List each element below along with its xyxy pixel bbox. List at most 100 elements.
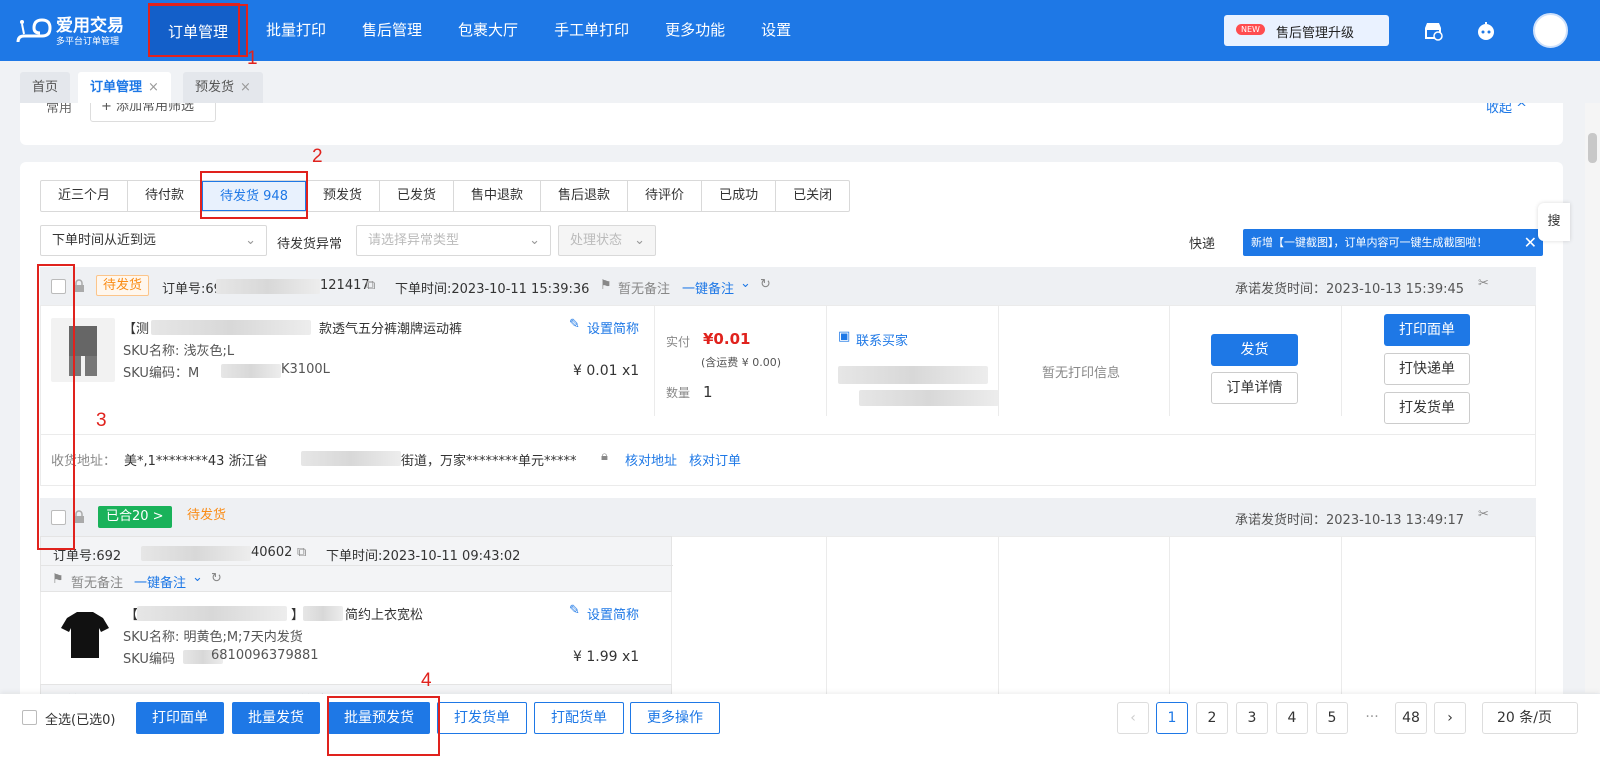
abnormal-type-select[interactable]: 请选择异常类型 ⌄	[356, 225, 551, 256]
divider	[826, 306, 827, 416]
select-all-checkbox[interactable]	[22, 710, 37, 725]
express-filter-label: 快递	[1189, 237, 1216, 252]
select-all-label[interactable]: 全选(已选0)	[45, 709, 115, 728]
shop-icon[interactable]	[1422, 20, 1444, 42]
print-invoice-bulk-button[interactable]: 打发货单	[437, 702, 527, 734]
price-quantity: ¥ 0.01 x1	[573, 363, 640, 379]
order-note: 暂无备注	[618, 282, 671, 297]
print-waybill-button[interactable]: 打印面单	[1384, 314, 1470, 346]
process-status-select[interactable]: 处理状态 ⌄	[558, 225, 656, 256]
set-alias-link[interactable]: 设置简称	[587, 604, 639, 623]
status-tab-pending-review[interactable]: 待评价	[628, 181, 703, 211]
contact-buyer-link[interactable]: 联系买家	[856, 330, 908, 349]
status-badge: 待发货	[96, 275, 150, 296]
user-avatar[interactable]	[1533, 13, 1568, 48]
search-side-tab[interactable]: 搜	[1538, 203, 1570, 241]
print-invoice-button[interactable]: 打发货单	[1384, 392, 1470, 424]
page-1[interactable]: 1	[1156, 702, 1188, 734]
close-icon[interactable]: ✕	[1524, 229, 1537, 256]
add-common-filter-button[interactable]: + 添加常用筛选	[90, 103, 216, 122]
sub-order-item: 【 】 简约上衣宽松 ✎ 设置简称 SKU名称: 明黄色;M;7天内发货 SKU…	[40, 592, 672, 684]
merged-orders-badge[interactable]: 已合20 >	[98, 506, 172, 528]
status-tab-last-3-months[interactable]: 近三个月	[41, 181, 129, 211]
abnormal-filter-label: 待发货异常	[277, 237, 343, 252]
annotation-box-4	[327, 696, 440, 756]
page-size-select[interactable]: 20 条/页	[1482, 702, 1578, 734]
redacted-text	[838, 366, 988, 384]
bulk-action-bar: 全选(已选0) 打印面单 批量发货 批量预发货 打发货单 打配货单 更多操作 ‹…	[0, 694, 1600, 757]
batch-ship-button[interactable]: 批量发货	[232, 702, 320, 734]
collapse-link[interactable]: 收起 ^	[1486, 103, 1527, 116]
price-quantity: ¥ 1.99 x1	[573, 649, 640, 665]
tab-pre-ship[interactable]: 预发货 ×	[183, 72, 263, 103]
redacted-text	[301, 451, 401, 466]
refresh-icon[interactable]: ↻	[760, 277, 771, 292]
robot-service-icon[interactable]	[1475, 20, 1497, 42]
print-waybill-bulk-button[interactable]: 打印面单	[136, 702, 224, 734]
contact-icon: ▣	[838, 329, 851, 344]
scissors-icon[interactable]: ✂	[1478, 276, 1489, 291]
nav-after-sales[interactable]: 售后管理	[344, 0, 440, 61]
lock-icon: 🔒︎	[601, 449, 608, 464]
page-ellipsis[interactable]: ···	[1356, 702, 1388, 734]
ship-button[interactable]: 发货	[1211, 334, 1298, 366]
sort-select[interactable]: 下单时间从近到远 ⌄	[40, 225, 267, 256]
status-tab-refund-after-sale[interactable]: 售后退款	[541, 181, 629, 211]
refresh-icon[interactable]: ↻	[211, 571, 222, 586]
nav-more-features[interactable]: 更多功能	[647, 0, 743, 61]
sku-name: SKU名称: 明黄色;M;7天内发货	[123, 630, 303, 645]
page-48[interactable]: 48	[1395, 702, 1427, 734]
status-tab-pending-payment[interactable]: 待付款	[128, 181, 203, 211]
nav-settings[interactable]: 设置	[743, 0, 809, 61]
verify-address-link[interactable]: 核对地址	[625, 450, 677, 469]
chevron-down-icon: ⌄	[529, 233, 540, 248]
after-sales-upgrade-banner[interactable]: NEW 售后管理升级	[1224, 15, 1389, 46]
order-detail-button[interactable]: 订单详情	[1211, 372, 1298, 404]
status-tab-shipped[interactable]: 已发货	[380, 181, 455, 211]
product-image[interactable]	[53, 602, 117, 666]
annotation-box-1	[148, 3, 240, 57]
paid-label: 实付	[666, 335, 691, 349]
page-4[interactable]: 4	[1276, 702, 1308, 734]
status-tab-closed[interactable]: 已关闭	[776, 181, 849, 211]
page-3[interactable]: 3	[1236, 702, 1268, 734]
one-click-note-link[interactable]: 一键备注	[682, 278, 734, 297]
scrollbar-thumb[interactable]	[1588, 133, 1597, 163]
scissors-icon[interactable]: ✂	[1478, 507, 1489, 522]
print-picking-button[interactable]: 打配货单	[534, 702, 624, 734]
status-tab-completed[interactable]: 已成功	[702, 181, 777, 211]
divider	[1341, 537, 1342, 702]
tab-home[interactable]: 首页	[20, 72, 71, 103]
print-express-button[interactable]: 打快递单	[1384, 353, 1470, 385]
more-actions-button[interactable]: 更多操作	[630, 702, 720, 734]
status-tab-refund-in-sale[interactable]: 售中退款	[454, 181, 542, 211]
divider	[1169, 306, 1170, 416]
nav-batch-print[interactable]: 批量打印	[248, 0, 344, 61]
screenshot-feature-tooltip: 新增【一键截图】，订单内容可一键生成截图啦！ ✕	[1243, 229, 1543, 256]
tab-order-management[interactable]: 订单管理 ×	[78, 72, 171, 103]
close-icon[interactable]: ×	[148, 80, 159, 95]
common-filter-card: 常用 + 添加常用筛选 收起 ^	[20, 103, 1563, 145]
verify-order-link[interactable]: 核对订单	[689, 450, 741, 469]
snail-logo-icon	[16, 18, 52, 43]
page-scrollbar[interactable]	[1585, 103, 1600, 693]
promise-ship-time: 承诺发货时间：2023-10-13 15:39:45	[1235, 282, 1465, 297]
page-2[interactable]: 2	[1196, 702, 1228, 734]
nav-manual-print[interactable]: 手工单打印	[536, 0, 647, 61]
page-5[interactable]: 5	[1316, 702, 1348, 734]
order-note: 暂无备注	[71, 576, 124, 591]
prev-page-button[interactable]: ‹	[1117, 702, 1149, 734]
copy-icon[interactable]: ⧉	[297, 545, 306, 560]
nav-package-hall[interactable]: 包裹大厅	[440, 0, 536, 61]
one-click-note-link[interactable]: 一键备注	[134, 572, 186, 591]
app-logo[interactable]: 爱用交易 多平台订单管理	[14, 10, 139, 50]
sku-code-suffix: K3100L	[281, 362, 330, 377]
status-tab-pre-ship[interactable]: 预发货	[306, 181, 380, 211]
annotation-number-2: 2	[312, 146, 323, 167]
sku-code-prefix: SKU编码：M	[123, 366, 200, 381]
copy-icon[interactable]: ⧉	[366, 278, 375, 293]
divider	[826, 537, 827, 702]
set-alias-link[interactable]: 设置简称	[587, 318, 639, 337]
close-icon[interactable]: ×	[240, 80, 251, 95]
next-page-button[interactable]: ›	[1434, 702, 1466, 734]
